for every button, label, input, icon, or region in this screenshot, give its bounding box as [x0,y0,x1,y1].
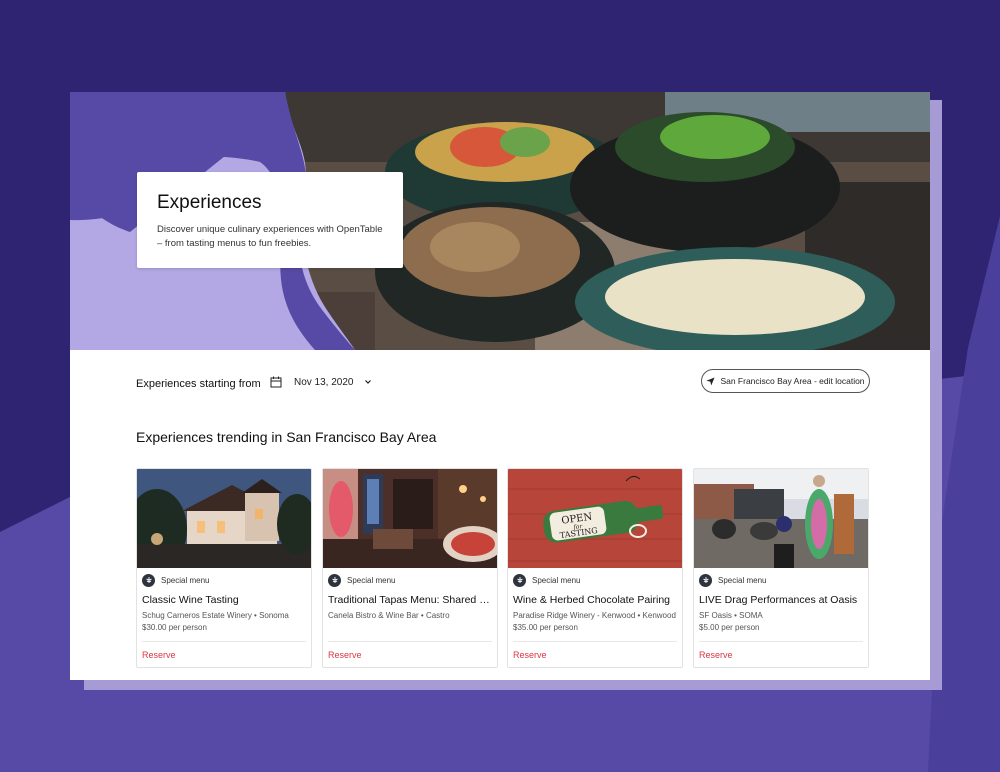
card-title[interactable]: Wine & Herbed Chocolate Pairing [513,594,679,606]
card-title[interactable]: Traditional Tapas Menu: Shared Pl... [328,594,494,606]
card-divider [142,641,306,642]
experience-card[interactable]: OPEN for TASTING Special menu Wine & Her… [507,468,683,668]
card-location: Canela Bistro & Wine Bar • Castro [328,611,450,620]
tag-label: Special menu [347,575,396,585]
card-price: $35.00 per person [513,623,578,632]
card-body: Special menu LIVE Drag Performances at O… [699,573,867,632]
edit-location-button[interactable]: San Francisco Bay Area - edit location [701,369,870,393]
experience-cards: Special menu Classic Wine Tasting Schug … [136,468,870,668]
special-menu-icon [142,573,155,587]
browser-frame: Experiences Discover unique culinary exp… [70,92,930,680]
chevron-down-icon [364,380,371,384]
tag-label: Special menu [532,575,581,585]
card-location: Schug Carneros Estate Winery • Sonoma [142,611,289,620]
reserve-link[interactable]: Reserve [699,650,733,660]
card-location: Paradise Ridge Winery - Kenwood • Kenwoo… [513,611,676,620]
reserve-link[interactable]: Reserve [142,650,176,660]
card-title[interactable]: Classic Wine Tasting [142,594,308,606]
special-menu-icon [328,573,341,587]
card-body: Special menu Classic Wine Tasting Schug … [142,573,310,632]
card-divider [513,641,677,642]
card-image-drag-performance [694,469,868,568]
card-location: SF Oasis • SOMA [699,611,763,620]
location-label: San Francisco Bay Area - edit location [720,376,865,386]
hero-description: Discover unique culinary experiences wit… [157,224,383,249]
experience-card[interactable]: Special menu LIVE Drag Performances at O… [693,468,869,668]
card-title[interactable]: LIVE Drag Performances at Oasis [699,594,865,606]
special-menu-icon [699,573,712,587]
card-price: $30.00 per person [142,623,207,632]
tag-label: Special menu [718,575,767,585]
tag-label: Special menu [161,575,210,585]
date-picker[interactable]: Nov 13, 2020 [270,376,372,388]
special-menu-tag: Special menu [142,573,310,587]
date-value: Nov 13, 2020 [294,376,354,388]
reserve-link[interactable]: Reserve [513,650,547,660]
card-image-winery [137,469,311,568]
section-title: Experiences trending in San Francisco Ba… [136,429,437,445]
special-menu-tag: Special menu [699,573,867,587]
card-body: Special menu Traditional Tapas Menu: Sha… [328,573,496,623]
special-menu-tag: Special menu [513,573,681,587]
reserve-link[interactable]: Reserve [328,650,362,660]
experience-card[interactable]: Special menu Classic Wine Tasting Schug … [136,468,312,668]
card-body: Special menu Wine & Herbed Chocolate Pai… [513,573,681,632]
special-menu-tag: Special menu [328,573,496,587]
card-image-open-for-tasting-sign: OPEN for TASTING [508,469,682,568]
special-menu-icon [513,573,526,587]
hero-info-card: Experiences Discover unique culinary exp… [137,172,403,268]
hero-banner: Experiences Discover unique culinary exp… [70,92,930,350]
experience-card[interactable]: Special menu Traditional Tapas Menu: Sha… [322,468,498,668]
location-arrow-icon [706,376,715,386]
card-divider [699,641,863,642]
card-divider [328,641,492,642]
calendar-icon [270,376,282,388]
card-image-bistro [323,469,497,568]
card-price: $5.00 per person [699,623,760,632]
filter-label: Experiences starting from [136,378,261,390]
page-title: Experiences [157,192,262,213]
